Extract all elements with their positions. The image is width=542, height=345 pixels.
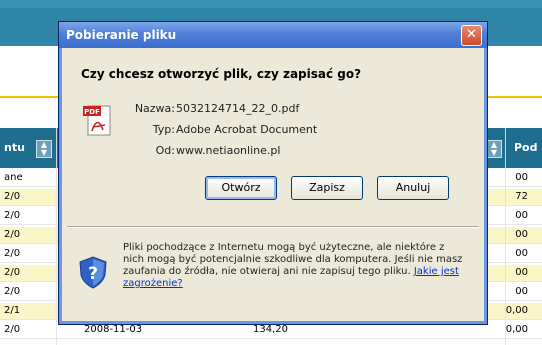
dialog-title: Pobieranie pliku: [66, 28, 177, 42]
dialog-question: Czy chcesz otworzyć plik, czy zapisać go…: [81, 67, 362, 81]
from-label: Od:: [155, 144, 175, 157]
table-cell: 00: [515, 248, 528, 259]
security-shield-icon: ?: [79, 256, 107, 289]
security-warning: Pliki pochodzące z Internetu mogą być uż…: [123, 242, 467, 290]
cancel-button[interactable]: Anuluj: [377, 176, 449, 200]
grid-column-line: [505, 168, 506, 345]
svg-text:?: ?: [88, 264, 98, 284]
open-button[interactable]: Otwórz: [205, 176, 277, 200]
sort-arrows-icon[interactable]: ▲ ▼: [486, 140, 502, 158]
table-cell: 00: [515, 210, 528, 221]
save-button[interactable]: Zapisz: [291, 176, 363, 200]
table-cell: 134,20: [253, 324, 288, 335]
close-icon: ✕: [466, 27, 477, 42]
file-download-dialog: Pobieranie pliku ✕ Czy chcesz otworzyć p…: [58, 21, 488, 325]
table-cell: 2/0: [4, 191, 21, 202]
warning-text: Pliki pochodzące z Internetu mogą być uż…: [123, 242, 463, 277]
table-cell: 2/0: [4, 267, 21, 278]
sort-arrows-icon[interactable]: ▲ ▼: [36, 140, 52, 158]
from-value: www.netiaonline.pl: [176, 144, 281, 157]
table-cell: 2/0: [4, 286, 21, 297]
grid-header-right-label: Pod: [514, 141, 538, 154]
page-top-stripe: [0, 0, 542, 8]
table-cell: 2/0: [4, 210, 21, 221]
table-cell: 2008-11-03: [84, 324, 143, 335]
table-cell: 2/0: [4, 229, 21, 240]
table-cell: 2/1: [4, 305, 21, 316]
dialog-titlebar[interactable]: Pobieranie pliku ✕: [59, 22, 487, 48]
close-button[interactable]: ✕: [461, 25, 482, 46]
grid-column-line: [56, 168, 57, 345]
type-label: Typ:: [152, 123, 175, 136]
table-cell: 00: [515, 286, 528, 297]
table-cell: 2/0: [4, 248, 21, 259]
dialog-separator: [67, 226, 479, 228]
table-cell: 00: [515, 229, 528, 240]
name-label: Nazwa:: [134, 102, 175, 115]
name-value: 5032124714_22_0.pdf: [176, 102, 300, 115]
grid-column-separator: [56, 128, 57, 168]
table-cell: 0,00: [505, 324, 528, 335]
type-value: Adobe Acrobat Document: [176, 123, 318, 136]
table-cell: ane: [4, 172, 23, 183]
table-cell: 0,00: [505, 305, 528, 316]
table-cell: 00: [515, 172, 528, 183]
table-cell: 2/0: [4, 324, 21, 335]
grid-header-left-label: ntu: [4, 141, 25, 154]
table-cell: 00: [515, 267, 528, 278]
table-cell: 72: [515, 191, 528, 202]
grid-column-separator: [505, 128, 506, 168]
